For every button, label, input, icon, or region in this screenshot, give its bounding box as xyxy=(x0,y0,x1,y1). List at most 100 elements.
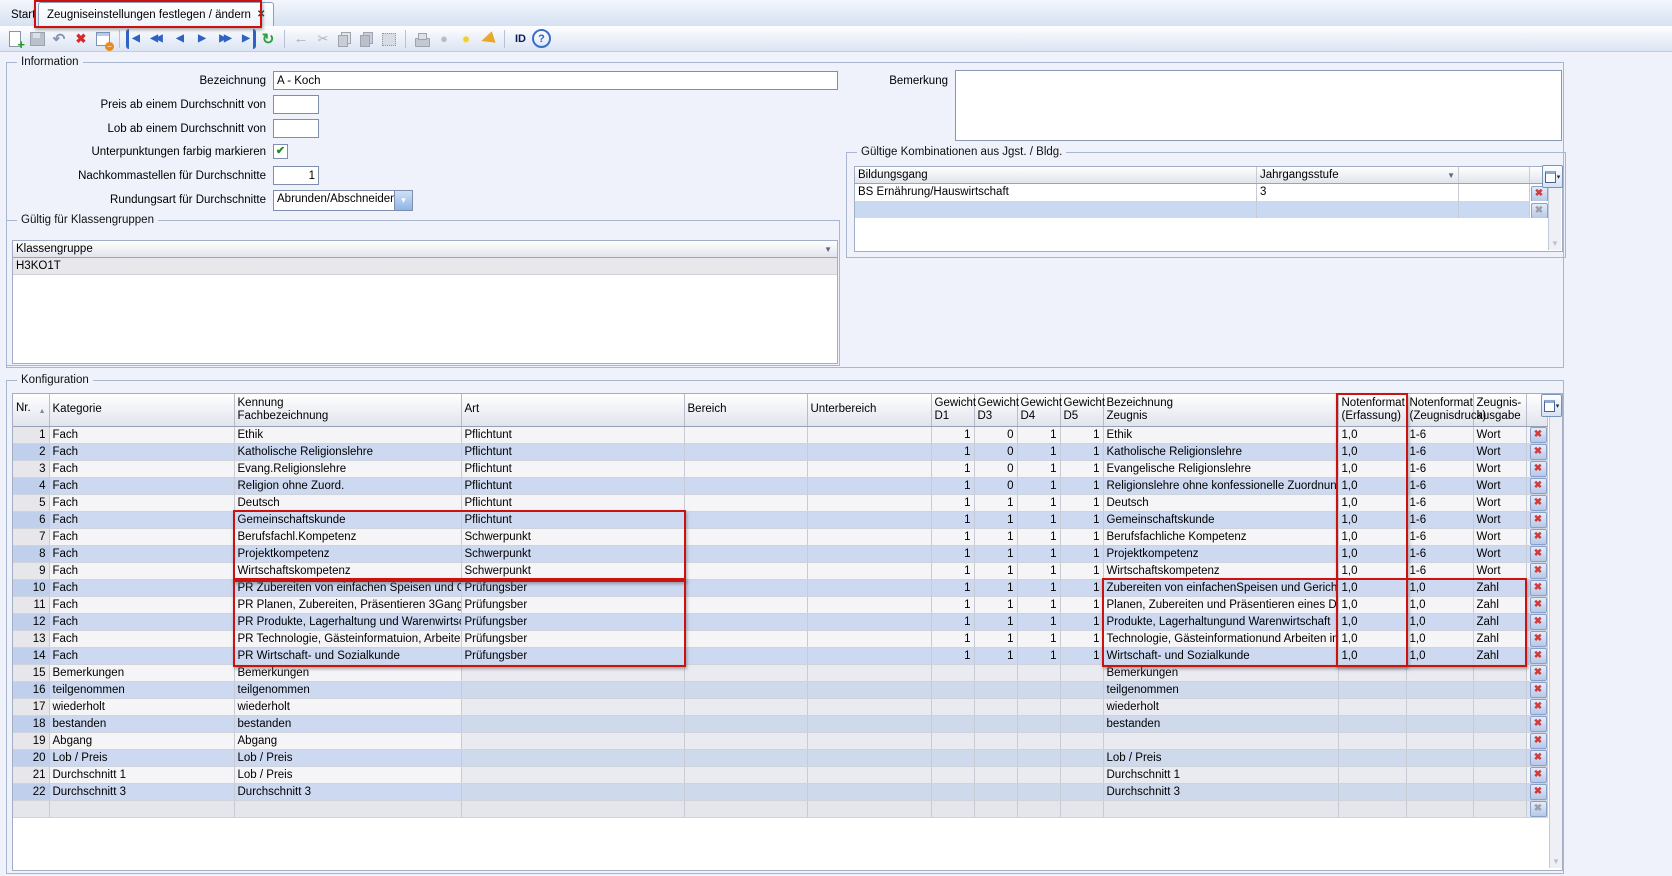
delete-row-button[interactable]: ✖ xyxy=(1530,597,1547,613)
column-header-zeugnisausgabe[interactable]: Zeugnis-ausgabe xyxy=(1473,394,1526,426)
konfiguration-row-3[interactable]: 3FachEvang.ReligionslehrePflichtunt1011E… xyxy=(13,460,1547,477)
tab-zeugniseinstellungen[interactable]: Zeugniseinstellungen festlegen / ändern … xyxy=(38,2,274,26)
delete-row-button[interactable]: ✖ xyxy=(1530,512,1547,528)
nav-fast-prev-icon[interactable]: ◀◀ xyxy=(145,29,168,49)
column-header-nr[interactable]: Nr.▲ xyxy=(13,394,49,426)
konfiguration-row-17[interactable]: 17wiederholtwiederholtwiederholt✖ xyxy=(13,698,1547,715)
delete-row-button-disabled[interactable]: ✖ xyxy=(1530,801,1547,817)
column-header-kategorie[interactable]: Kategorie xyxy=(49,394,234,426)
konfiguration-row-13[interactable]: 13FachPR Technologie, Gästeinformatuion,… xyxy=(13,630,1547,647)
disc-icon[interactable]: ● xyxy=(434,29,454,49)
cut-icon[interactable]: ✂ xyxy=(313,29,333,49)
konfiguration-row-20[interactable]: 20Lob / PreisLob / PreisLob / Preis✖ xyxy=(13,749,1547,766)
konfiguration-row-8[interactable]: 8FachProjektkompetenzSchwerpunkt1111Proj… xyxy=(13,545,1547,562)
bulb-icon[interactable]: ● xyxy=(456,29,476,49)
klassengruppen-row[interactable]: H3KO1T xyxy=(13,258,837,275)
edit-form-icon[interactable] xyxy=(93,29,113,49)
column-header-klassengruppe[interactable]: Klassengruppe ▼ xyxy=(13,241,835,257)
chevron-down-icon[interactable]: ▼ xyxy=(824,241,832,257)
konfiguration-row-19[interactable]: 19AbgangAbgang✖ xyxy=(13,732,1547,749)
delete-row-button[interactable]: ✖ xyxy=(1530,716,1547,732)
konfiguration-row-21[interactable]: 21Durchschnitt 1Lob / PreisDurchschnitt … xyxy=(13,766,1547,783)
konfiguration-row-4[interactable]: 4FachReligion ohne Zuord.Pflichtunt1011R… xyxy=(13,477,1547,494)
bemerkung-textarea[interactable] xyxy=(955,70,1562,141)
konfiguration-row-18[interactable]: 18bestandenbestandenbestanden✖ xyxy=(13,715,1547,732)
konfiguration-row-11[interactable]: 11FachPR Planen, Zubereiten, Präsentiere… xyxy=(13,596,1547,613)
tab-zeugniseinstellungen-close-icon[interactable]: ✕ xyxy=(257,9,265,20)
column-header-bildungsgang[interactable]: Bildungsgang xyxy=(855,167,1257,183)
konfiguration-row-2[interactable]: 2FachKatholische ReligionslehrePflichtun… xyxy=(13,443,1547,460)
nav-next-icon[interactable]: ▶ xyxy=(192,29,212,49)
paste-icon[interactable] xyxy=(357,29,377,49)
delete-row-button-disabled[interactable]: ✖ xyxy=(1531,203,1548,218)
delete-row-button[interactable]: ✖ xyxy=(1531,186,1548,201)
delete-row-button[interactable]: ✖ xyxy=(1530,648,1547,664)
preis-input[interactable] xyxy=(273,95,319,114)
column-chooser-button[interactable]: ▾ xyxy=(1542,165,1563,188)
help-icon[interactable]: ? xyxy=(532,29,551,48)
column-header-bezeichnung-zeugnis[interactable]: BezeichnungZeugnis xyxy=(1103,394,1338,426)
column-header-gewicht-d1[interactable]: GewichtD1 xyxy=(931,394,974,426)
konfiguration-row-7[interactable]: 7FachBerufsfachl.KompetenzSchwerpunkt111… xyxy=(13,528,1547,545)
delete-record-icon[interactable]: ✖ xyxy=(71,29,91,49)
delete-row-button[interactable]: ✖ xyxy=(1530,529,1547,545)
id-button[interactable]: ID xyxy=(511,29,530,49)
konfiguration-row-10[interactable]: 10FachPR Zubereiten von einfachen Speise… xyxy=(13,579,1547,596)
delete-row-button[interactable]: ✖ xyxy=(1530,665,1547,681)
column-header-bereich[interactable]: Bereich xyxy=(684,394,807,426)
rundungsart-select[interactable]: Abrunden/Abschneiden ▾ xyxy=(273,190,413,211)
delete-row-button[interactable]: ✖ xyxy=(1530,427,1547,443)
delete-row-button[interactable]: ✖ xyxy=(1530,563,1547,579)
unterpunkte-checkbox[interactable]: ✔ xyxy=(273,144,288,159)
column-header-notenformat-zeugnisdruck[interactable]: Notenformat(Zeugnisdruck) xyxy=(1406,394,1473,426)
nachkomma-input[interactable] xyxy=(273,166,319,185)
konfiguration-scrollbar[interactable]: ▲ ▼ xyxy=(1549,394,1562,868)
delete-row-button[interactable]: ✖ xyxy=(1530,580,1547,596)
konfiguration-empty-row[interactable]: ✖ xyxy=(13,800,1547,817)
delete-row-button[interactable]: ✖ xyxy=(1530,495,1547,511)
column-chooser-button[interactable]: ▾ xyxy=(1541,394,1562,417)
delete-row-button[interactable]: ✖ xyxy=(1530,461,1547,477)
konfiguration-row-12[interactable]: 12FachPR Produkte, Lagerhaltung und Ware… xyxy=(13,613,1547,630)
nav-fast-next-icon[interactable]: ▶▶ xyxy=(214,29,237,49)
column-header-unterbereich[interactable]: Unterbereich xyxy=(807,394,931,426)
column-header-art[interactable]: Art xyxy=(461,394,684,426)
konfiguration-row-22[interactable]: 22Durchschnitt 3Durchschnitt 3Durchschni… xyxy=(13,783,1547,800)
delete-row-button[interactable]: ✖ xyxy=(1530,699,1547,715)
delete-row-button[interactable]: ✖ xyxy=(1530,733,1547,749)
back-arrow-icon[interactable]: ← xyxy=(291,29,311,49)
column-header-gewicht-d3[interactable]: GewichtD3 xyxy=(974,394,1017,426)
save-icon[interactable] xyxy=(27,29,47,49)
scroll-down-icon[interactable]: ▼ xyxy=(1551,239,1559,248)
column-header-gewicht-d5[interactable]: GewichtD5 xyxy=(1060,394,1103,426)
column-header-gewicht-d4[interactable]: GewichtD4 xyxy=(1017,394,1060,426)
undo-icon[interactable]: ↶ xyxy=(49,29,69,49)
delete-row-button[interactable]: ✖ xyxy=(1530,784,1547,800)
delete-row-button[interactable]: ✖ xyxy=(1530,478,1547,494)
refresh-icon[interactable]: ↻ xyxy=(258,29,278,49)
print-icon[interactable] xyxy=(412,29,432,49)
column-header-notenformat-erfassung[interactable]: Notenformat(Erfassung) xyxy=(1338,394,1406,426)
delete-row-button[interactable]: ✖ xyxy=(1530,750,1547,766)
column-header-jahrgangsstufe[interactable]: Jahrgangsstufe ▼ xyxy=(1257,167,1459,183)
kombinationen-row-empty[interactable]: ✖ xyxy=(855,201,1562,218)
konfiguration-row-9[interactable]: 9FachWirtschaftskompetenzSchwerpunkt1111… xyxy=(13,562,1547,579)
konfiguration-row-15[interactable]: 15BemerkungenBemerkungenBemerkungen✖ xyxy=(13,664,1547,681)
konfiguration-row-5[interactable]: 5FachDeutschPflichtunt1111Deutsch1,01-6W… xyxy=(13,494,1547,511)
konfiguration-row-6[interactable]: 6FachGemeinschaftskundePflichtunt1111Gem… xyxy=(13,511,1547,528)
konfiguration-row-1[interactable]: 1FachEthikPflichtunt1011Ethik1,01-6Wort✖ xyxy=(13,426,1547,443)
delete-row-button[interactable]: ✖ xyxy=(1530,682,1547,698)
delete-row-button[interactable]: ✖ xyxy=(1530,444,1547,460)
scroll-down-icon[interactable]: ▼ xyxy=(1552,857,1560,866)
delete-row-button[interactable]: ✖ xyxy=(1530,767,1547,783)
bell-icon[interactable] xyxy=(478,29,498,49)
select-icon[interactable] xyxy=(379,29,399,49)
kombinationen-row[interactable]: BS Ernährung/Hauswirtschaft 3 ✖ xyxy=(855,184,1562,201)
chevron-down-icon[interactable]: ▼ xyxy=(1447,167,1455,183)
nav-prev-icon[interactable]: ◀ xyxy=(170,29,190,49)
column-header-kennung[interactable]: KennungFachbezeichnung xyxy=(234,394,461,426)
delete-row-button[interactable]: ✖ xyxy=(1530,546,1547,562)
lob-input[interactable] xyxy=(273,119,319,138)
delete-row-button[interactable]: ✖ xyxy=(1530,614,1547,630)
nav-first-icon[interactable]: ◀ xyxy=(126,29,143,49)
